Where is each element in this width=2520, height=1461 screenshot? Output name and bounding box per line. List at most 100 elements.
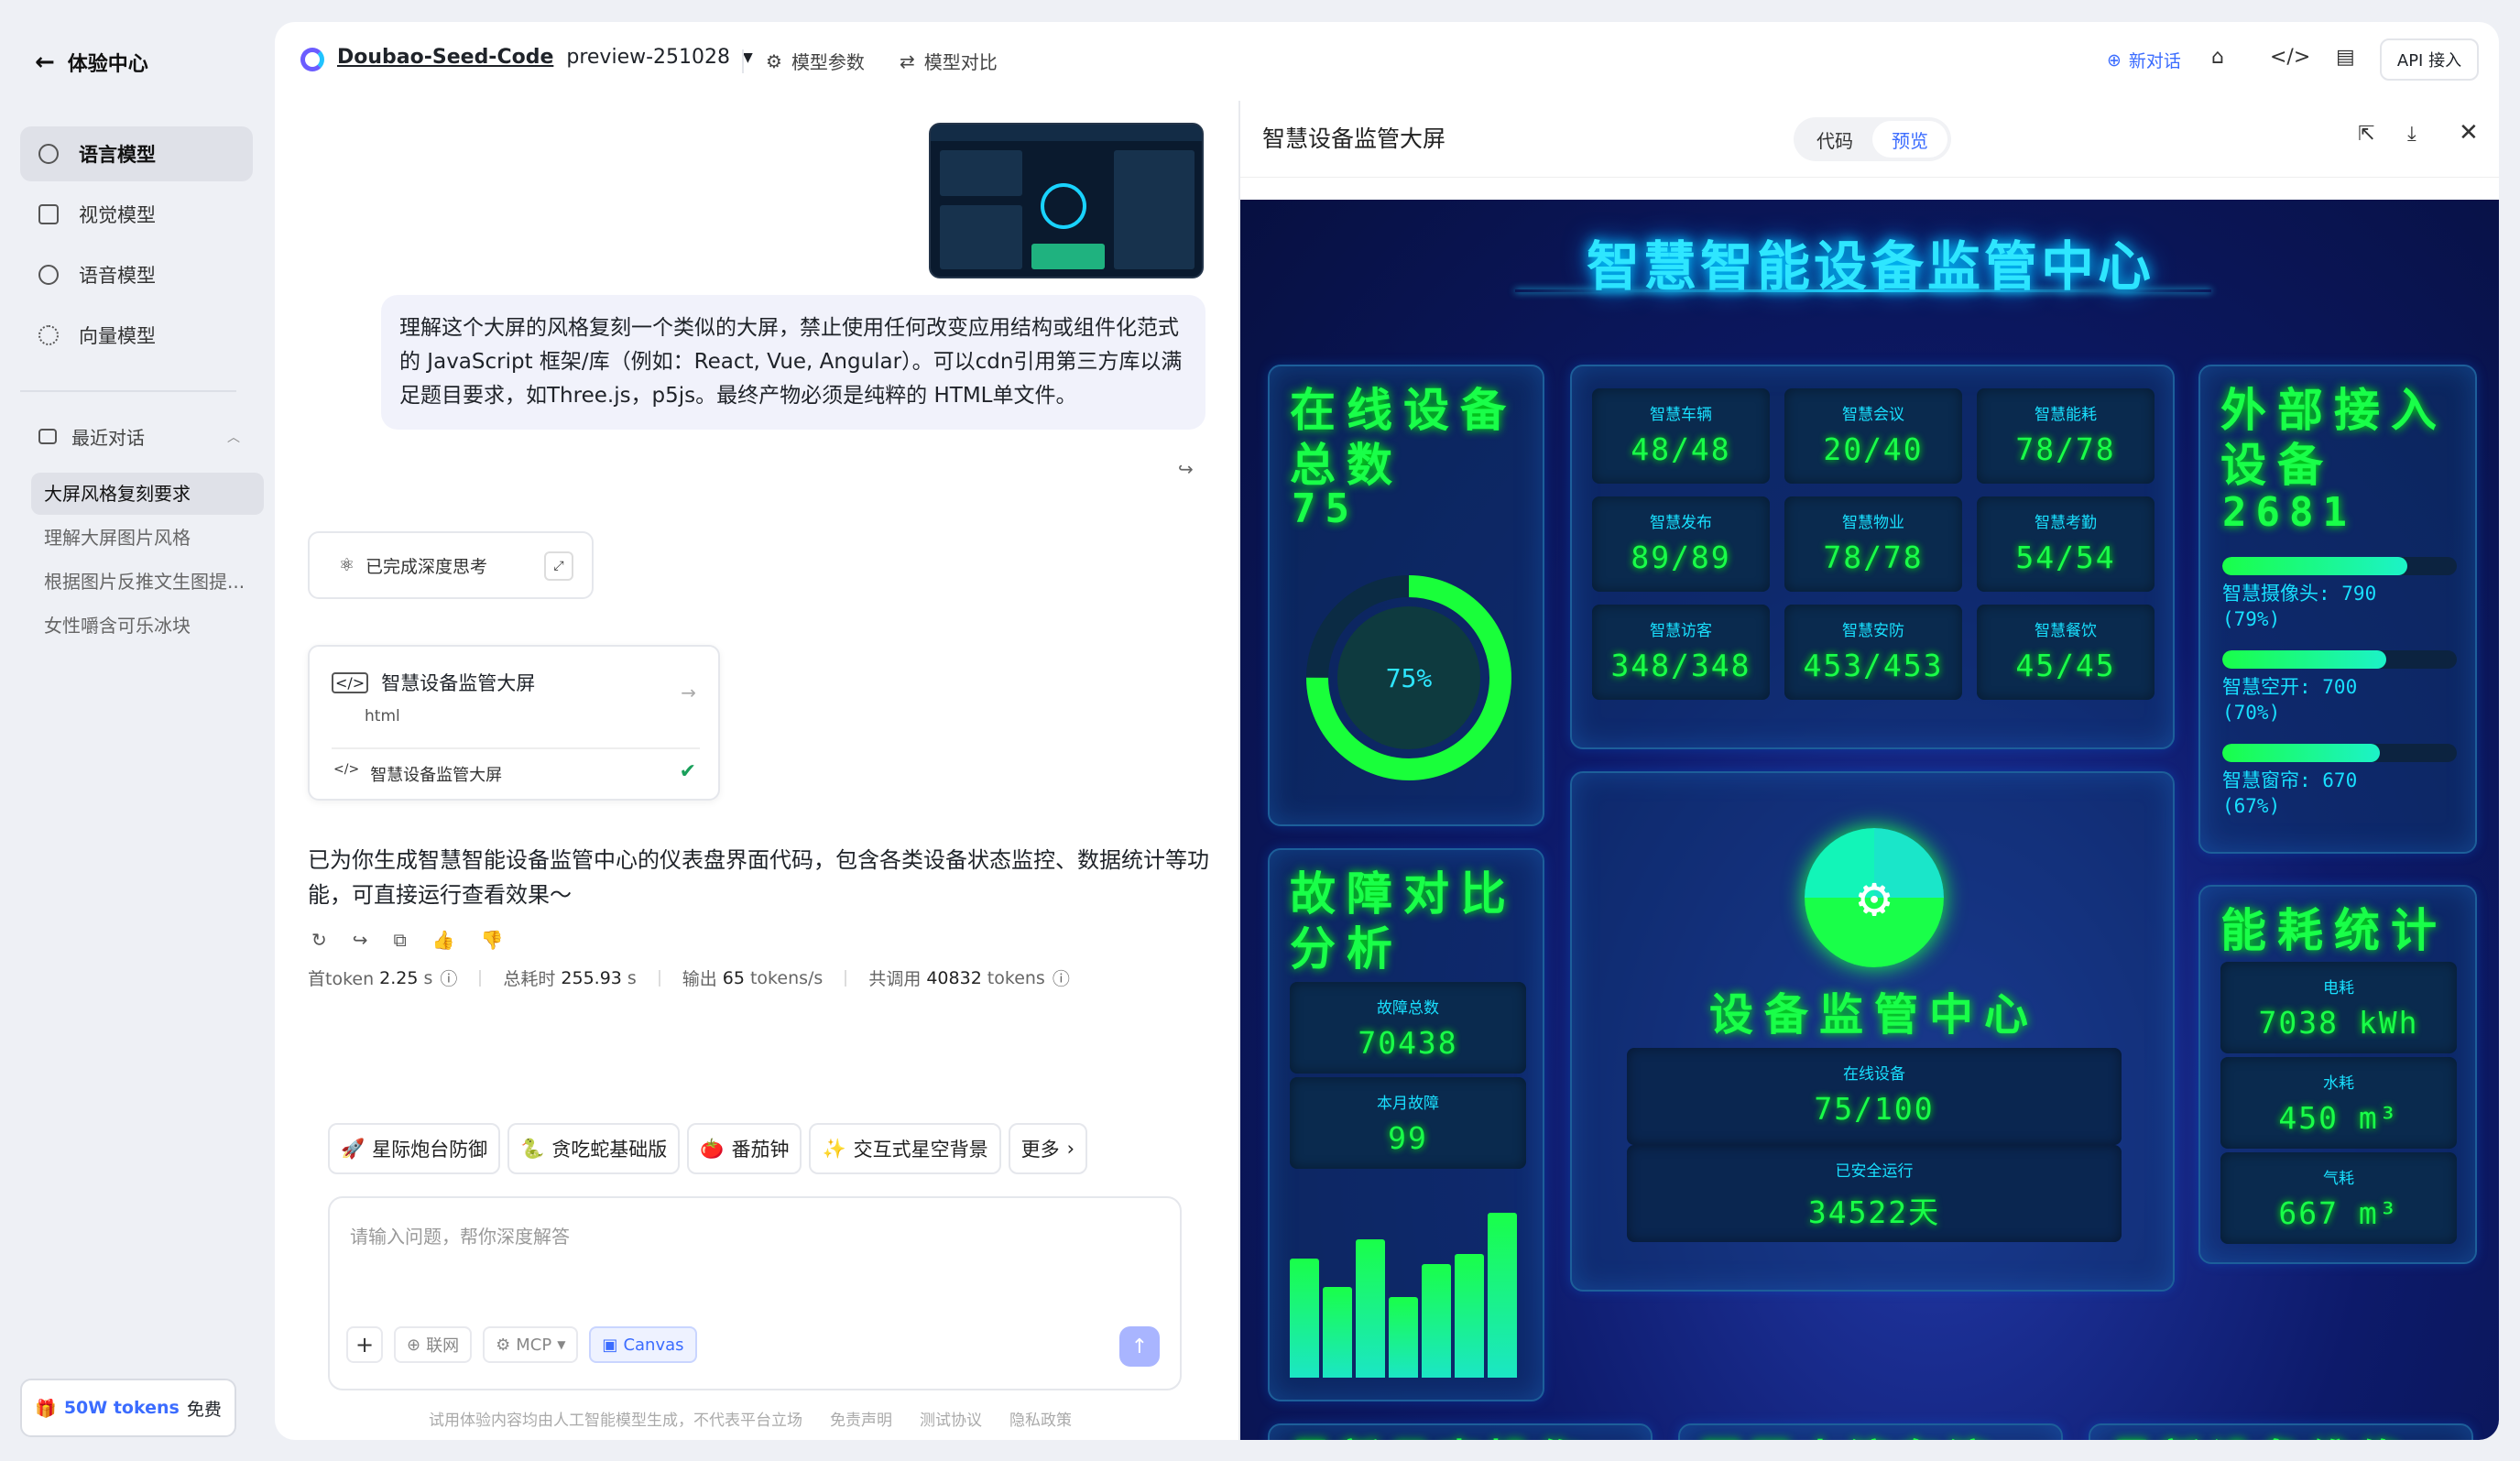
thinking-status[interactable]: ⚛ 已完成深度思考 ⤢	[308, 531, 594, 599]
regenerate-icon[interactable]: ↻	[311, 929, 327, 951]
chat-area: 理解这个大屏的风格复刻一个类似的大屏，禁止使用任何改变应用结构或组件化范式的 J…	[275, 101, 1238, 1440]
online-value: 75	[1292, 485, 1358, 532]
nav-vector-model[interactable]: 向量模型	[20, 308, 253, 363]
tile-label: 水耗	[2323, 1074, 2354, 1093]
recent-item[interactable]: 大屏风格复刻要求	[31, 473, 264, 515]
thumbs-up-icon[interactable]: 👍	[432, 929, 455, 951]
energy-panel: 能耗统计 电耗 7038 kWh 水耗 450 m³ 气耗 667 m³	[2198, 885, 2477, 1264]
arrow-left-icon: ←	[35, 49, 55, 76]
device-tile: 智慧物业 78/78	[1784, 496, 1962, 592]
chip-label: 贪吃蛇基础版	[551, 1139, 668, 1161]
privacy-link[interactable]: 隐私政策	[1009, 1407, 1072, 1430]
expand-icon[interactable]: ⤢	[544, 551, 573, 581]
fault-bar	[1422, 1263, 1451, 1378]
model-params-button[interactable]: ⚙ 模型参数	[766, 48, 865, 74]
model-selector[interactable]: Doubao-Seed-Code preview-251028 ▼	[337, 46, 753, 69]
close-icon[interactable]: ✕	[2459, 119, 2479, 147]
nav-speech-model[interactable]: 语音模型	[20, 247, 253, 302]
chip-more[interactable]: 更多 ›	[1008, 1123, 1088, 1174]
divider	[20, 390, 236, 392]
device-tile: 智慧安防 453/453	[1784, 605, 1962, 700]
artifact-file[interactable]: </> 智慧设备监管大屏	[333, 762, 502, 786]
chip-starfield[interactable]: ✨ 交互式星空背景	[809, 1123, 1001, 1174]
thumb-bars	[1031, 244, 1105, 269]
recent-item[interactable]: 女性嚼含可乐冰块	[31, 605, 264, 647]
chip-snake[interactable]: 🐍 贪吃蛇基础版	[507, 1123, 681, 1174]
plus-chat-icon: ⊕	[2107, 49, 2122, 71]
panel-title: 智慧设备监管大屏	[1262, 125, 1446, 152]
promo-button[interactable]: 🎁 50W tokens 免费	[20, 1379, 236, 1437]
input-tools: + ⊕ 联网 ⚙ MCP ▼ ▣ Canvas	[346, 1326, 697, 1363]
home-icon[interactable]: ⌂	[2211, 46, 2224, 69]
share-icon[interactable]: ↪	[353, 929, 368, 951]
new-chat-button[interactable]: ⊕ 新对话	[2107, 48, 2181, 72]
energy-tile: 电耗 7038 kWh	[2220, 962, 2457, 1053]
fault-bar	[1389, 1296, 1418, 1378]
fault-total-tile: 故障总数 70438	[1290, 982, 1526, 1074]
model-compare-button[interactable]: ⇄ 模型对比	[900, 48, 998, 74]
tile-label: 在线设备	[1843, 1065, 1905, 1084]
recent-item[interactable]: 根据图片反推文生图提...	[31, 561, 264, 603]
info-icon[interactable]: ⓘ	[1053, 965, 1070, 990]
tile-value: 54/54	[2015, 540, 2116, 575]
tab-preview[interactable]: 预览	[1872, 121, 1947, 158]
bar-label: 智慧空开: 700	[2222, 676, 2358, 698]
chip-turret[interactable]: 🚀 星际炮台防御	[328, 1123, 501, 1174]
mcp-dropdown[interactable]: ⚙ MCP ▼	[483, 1326, 579, 1363]
tile-value: 20/40	[1823, 431, 1924, 467]
disclaimer-text: 试用体验内容均由人工智能模型生成，不代表平台立场	[429, 1412, 802, 1430]
arrow-right-icon[interactable]: →	[681, 681, 696, 703]
send-button[interactable]: ↑	[1119, 1326, 1160, 1367]
artifact-card[interactable]: </> 智慧设备监管大屏 html → </> 智慧设备监管大屏 ✔	[308, 645, 720, 801]
bar-fill	[2222, 557, 2408, 575]
chevron-down-icon: ▼	[743, 49, 753, 65]
attach-button[interactable]: +	[346, 1326, 383, 1363]
test-agreement-link[interactable]: 测试协议	[920, 1407, 982, 1430]
nav-label: 向量模型	[79, 325, 156, 347]
thumb-ring	[1041, 183, 1086, 229]
thumb-panel	[940, 205, 1022, 269]
model-nav: 语言模型 视觉模型 语音模型 向量模型	[20, 126, 253, 368]
tile-label: 智慧发布	[1650, 514, 1712, 532]
bar-label: 智慧窗帘: 670	[2222, 769, 2358, 791]
canvas-toggle[interactable]: ▣ Canvas	[589, 1326, 697, 1363]
online-panel: 在线设备总数 75 75%	[1268, 365, 1544, 826]
model-name: Doubao-Seed-Code	[337, 46, 554, 69]
download-icon[interactable]: ⤓	[2407, 123, 2416, 146]
open-external-icon[interactable]: ⇱	[2358, 123, 2374, 146]
copy-icon[interactable]: ⧉	[394, 929, 407, 951]
chat-input[interactable]: 请输入问题，帮你深度解答 + ⊕ 联网 ⚙ MCP ▼ ▣ Canvas ↑	[328, 1196, 1182, 1390]
divider	[845, 969, 847, 987]
attached-image[interactable]	[929, 123, 1204, 278]
document-icon[interactable]: ▤	[2336, 46, 2355, 69]
artifact-title-row: </> 智慧设备监管大屏	[332, 669, 535, 696]
switch-label: 智慧空开: 700 (70%)	[2222, 674, 2357, 725]
recent-item[interactable]: 理解大屏图片风格	[31, 517, 264, 559]
nav-label: 语言模型	[79, 144, 156, 166]
nav-vision-model[interactable]: 视觉模型	[20, 187, 253, 242]
external-panel: 外部接入设备 2681 智慧摄像头: 790 (79%) 智慧空开: 700 (70…	[2198, 365, 2477, 854]
disclaimer-link[interactable]: 免责声明	[830, 1407, 892, 1430]
share-icon[interactable]: ↪	[1178, 458, 1194, 480]
switch-bar	[2222, 650, 2457, 669]
device-tile: 智慧发布 89/89	[1592, 496, 1770, 592]
code-icon[interactable]: </>	[2270, 46, 2310, 69]
traffic-title: 园区人流车流	[1700, 1433, 1997, 1440]
nav-language-model[interactable]: 语言模型	[20, 126, 253, 181]
donut-label: 75%	[1386, 663, 1433, 693]
device-tile: 智慧车辆 48/48	[1592, 388, 1770, 484]
chip-pomodoro[interactable]: 🍅 番茄钟	[687, 1123, 802, 1174]
web-search-toggle[interactable]: ⊕ 联网	[394, 1326, 473, 1363]
artifact-type: html	[365, 707, 400, 725]
recent-header[interactable]: 最近对话 ︿	[38, 423, 240, 450]
tab-code[interactable]: 代码	[1797, 121, 1872, 158]
tile-value: 667 m³	[2278, 1195, 2399, 1231]
device-tiles-panel: 智慧车辆 48/48 智慧会议 20/40 智慧能耗 78/78 智慧发布 89/89 …	[1570, 365, 2175, 749]
thumbs-down-icon[interactable]: 👎	[481, 929, 504, 951]
api-button[interactable]: API 接入	[2380, 38, 2479, 81]
chip-label: 更多	[1020, 1139, 1060, 1161]
fault-bar	[1323, 1287, 1352, 1378]
info-icon[interactable]: ⓘ	[440, 965, 457, 990]
back-link[interactable]: ← 体验中心	[35, 48, 148, 77]
tile-value: 34522天	[1807, 1194, 1941, 1230]
